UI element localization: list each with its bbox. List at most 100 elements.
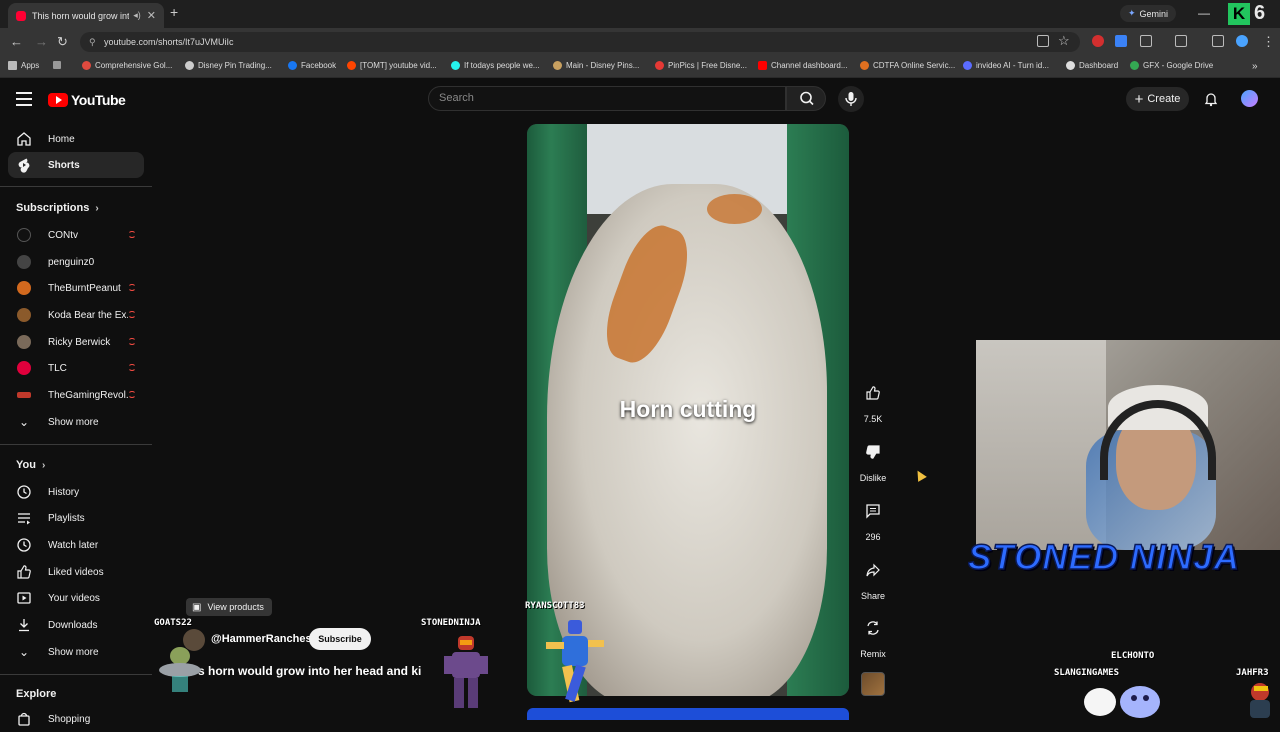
more-bookmarks-icon[interactable]: » [1252,61,1258,72]
bookmark-item[interactable]: If todays people we... [451,61,540,70]
browser-tab[interactable]: This horn would grow into ◂) ✕ [8,3,164,28]
search-button[interactable] [786,86,826,111]
sidebar-item-shopping[interactable]: Shopping [8,706,144,732]
shopping-bag-icon: ▣ [192,601,202,613]
account-avatar[interactable] [1241,90,1258,107]
sidebar-divider [0,186,152,187]
site-info-icon[interactable]: ⚲ [89,32,96,52]
sidebar-item-channel[interactable]: CONtv [8,222,144,248]
forward-icon[interactable]: → [35,34,48,49]
like-button[interactable]: 7.5K [853,376,893,424]
short-description[interactable]: s horn would grow into her head and ki [198,664,436,678]
explore-heading: Explore [16,688,57,700]
extension-blue-icon[interactable] [1115,35,1127,47]
tab-groups-icon[interactable] [53,61,65,69]
remix-label: Remix [860,649,886,659]
subscriptions-heading[interactable]: Subscriptions › [16,202,99,214]
bookmark-item[interactable]: Channel dashboard... [758,61,848,70]
viewer-name: ELCHONTO [1111,651,1155,661]
channel-avatar [17,281,31,295]
live-icon [128,391,136,398]
youtube-logo[interactable]: YouTube [48,92,126,108]
search-input[interactable]: Search [428,86,786,111]
profile-icon[interactable] [1236,35,1248,47]
channel-avatar [17,308,31,322]
sidebar-item-home[interactable]: Home [8,126,144,152]
sidebar-item-your-videos[interactable]: Your videos [8,585,144,611]
back-icon[interactable]: ← [10,34,23,49]
bookmark-item[interactable]: PinPics | Free Disne... [655,61,747,70]
notifications-button[interactable] [1203,91,1219,112]
share-button[interactable]: Share [853,553,893,601]
you-heading[interactable]: You › [16,459,45,471]
bookmark-item[interactable]: Facebook [288,61,336,70]
live-icon [128,364,136,371]
chevron-right-icon: › [41,459,46,471]
browser-menu-icon[interactable]: ⋮ [1262,34,1275,50]
k-badge: K [1228,3,1250,25]
extension-red-icon[interactable] [1092,35,1104,47]
sidebar-item-history[interactable]: History [8,479,144,505]
new-tab-button[interactable]: + [170,4,178,20]
sidebar-item-watch-later[interactable]: Watch later [8,532,144,558]
live-icon [128,311,136,318]
show-more-you-button[interactable]: ⌄ Show more [8,639,144,665]
bookmark-item[interactable]: GFX - Google Drive [1130,61,1213,70]
comment-icon [856,494,890,528]
minimize-window-button[interactable]: — [1198,6,1210,20]
bookmark-item[interactable]: Disney Pin Trading... [185,61,272,70]
media-controls-icon[interactable] [1212,35,1224,47]
sidebar-item-channel[interactable]: TheBurntPeanut [8,275,144,301]
sidebar-item-playlists[interactable]: Playlists [8,505,144,531]
history-icon [16,484,32,500]
sidebar-item-channel[interactable]: Ricky Berwick [8,329,144,355]
gemini-icon: ✦ [1128,8,1136,18]
armored-soldier-sprite [440,632,492,720]
bookmark-item[interactable]: [TOMT] youtube vid... [347,61,437,70]
sidebar-item-channel[interactable]: Koda Bear the Ex... [8,302,144,328]
bookmark-item[interactable]: Dashboard [1066,61,1118,70]
audio-icon: ◂) [133,10,141,20]
shopping-icon [16,711,32,727]
reload-icon[interactable]: ↻ [57,34,68,50]
video-icon [16,590,32,606]
channel-avatar [17,361,31,375]
hero-sprite [536,614,616,714]
sidebar-item-shorts[interactable]: Shorts [8,152,144,178]
streamer-webcam [976,340,1280,550]
bookmark-star-icon[interactable]: ☆ [1058,33,1070,49]
sound-thumbnail[interactable] [861,672,885,696]
bookmark-item[interactable]: Apps [8,61,39,70]
youtube-favicon-icon [16,10,26,21]
subscribe-button[interactable]: Subscribe [309,628,371,650]
bookmark-item[interactable]: Main - Disney Pins... [553,61,639,70]
view-products-button[interactable]: ▣ View products [186,598,272,616]
channel-handle[interactable]: @HammerRanches [211,633,312,645]
share-icon [856,553,890,587]
bookmark-item[interactable]: invideo AI - Turn id... [963,61,1049,70]
comments-button[interactable]: 296 [853,494,893,542]
video-caption: Horn cutting [619,396,757,422]
side-panel-icon[interactable] [1175,35,1187,47]
guide-menu-icon[interactable] [16,92,32,110]
sidebar-item-channel[interactable]: penguinz0 [8,249,144,275]
voice-search-button[interactable] [838,86,864,112]
apps-grid-icon [8,61,17,70]
close-tab-icon[interactable]: ✕ [147,9,156,22]
share-label: Share [860,591,886,601]
sidebar-item-liked-videos[interactable]: Liked videos [8,559,144,585]
sidebar-item-channel[interactable]: TLC [8,355,144,381]
bookmark-item[interactable]: CDTFA Online Servic... [860,61,955,70]
show-more-subscriptions-button[interactable]: ⌄ Show more [8,409,144,435]
bookmark-item[interactable]: Comprehensive Gol... [82,61,172,70]
remix-button[interactable]: Remix [853,611,893,659]
sidebar-item-downloads[interactable]: Downloads [8,612,144,638]
address-bar[interactable]: ⚲ youtube.com/shorts/It7uJVMUiIc [80,32,1080,52]
gemini-button[interactable]: ✦ Gemini [1120,5,1177,22]
home-icon [16,131,32,147]
sidebar-item-channel[interactable]: TheGamingRevol... [8,382,144,408]
dislike-button[interactable]: Dislike [853,435,893,483]
extensions-puzzle-icon[interactable] [1140,35,1152,47]
install-app-icon[interactable] [1037,35,1049,47]
create-button[interactable]: + Create [1126,87,1189,111]
